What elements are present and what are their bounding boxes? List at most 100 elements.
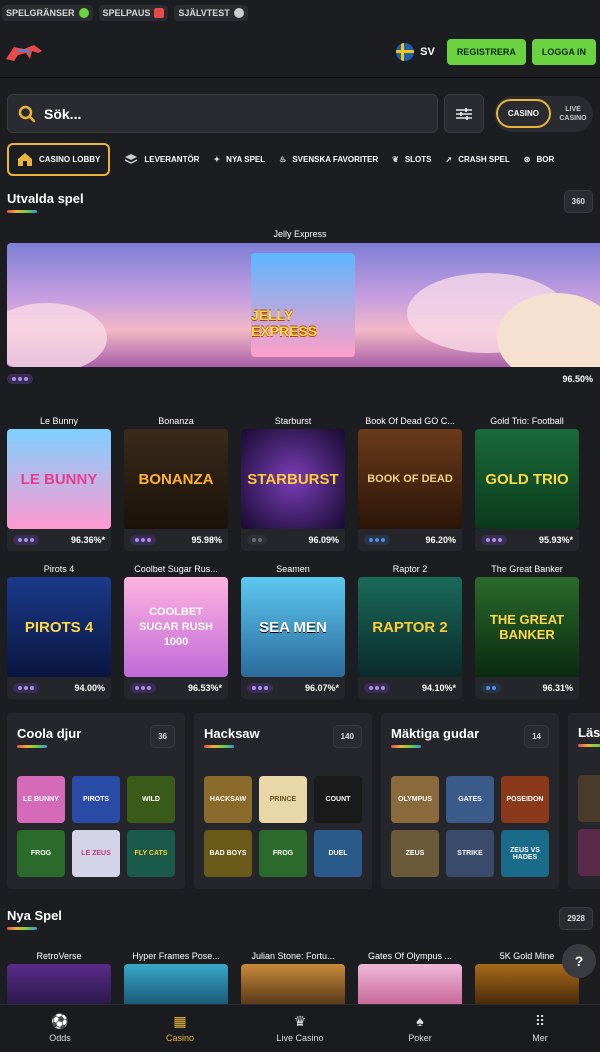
casino-tab[interactable]: CASINO [495, 99, 551, 128]
filter-button[interactable] [444, 94, 484, 133]
collection-tile[interactable] [578, 829, 600, 876]
sjalvtest-link[interactable]: SJÄLVTEST [174, 5, 248, 21]
search-placeholder: Sök... [44, 105, 82, 122]
collection-tile[interactable]: HACKSAW [204, 776, 252, 823]
games-row-2: Pirots 4 PIROTS 4 94.00% Coolbet Sugar Rus… [0, 561, 600, 699]
login-button[interactable]: LOGGA IN [531, 38, 596, 65]
collection-tile[interactable] [578, 775, 600, 822]
tab-bord[interactable]: ⊛ BOR [524, 155, 554, 164]
tab-label: CASINO LOBBY [39, 155, 101, 164]
new-games-row: RetroVerse Hyper Frames Pose... Julian S… [0, 930, 600, 1004]
game-card[interactable]: Hyper Frames Pose... [124, 948, 228, 1004]
search-input[interactable]: Sök... [7, 94, 438, 133]
collection-tile[interactable]: DUEL [314, 830, 362, 877]
section-title: Utvalda spel [7, 190, 84, 206]
game-count-button[interactable]: 360 [563, 190, 593, 213]
help-chat-button[interactable]: ? [562, 944, 596, 978]
test-icon [233, 8, 244, 18]
game-thumbnail [475, 964, 579, 1004]
collection-card[interactable]: Coola djur 36 LE BUNNY PIROTS WILD FROG L… [7, 713, 185, 889]
nav-casino[interactable]: ▦ Casino [120, 1005, 240, 1052]
game-thumbnail [358, 964, 462, 1004]
game-card[interactable]: Raptor 2 RAPTOR 2 94.10%* [358, 561, 462, 699]
game-card[interactable]: Pirots 4 PIROTS 4 94.00% [7, 561, 111, 699]
dealer-icon: ♛ [293, 1013, 307, 1029]
rtp-value: 96.53%* [187, 683, 222, 693]
tab-leverantor[interactable]: LEVERANTÖR [124, 153, 199, 166]
collection-card[interactable]: Hacksaw 140 HACKSAW PRINCE COUNT BAD BOYS… [194, 713, 372, 889]
game-card[interactable]: Starburst STARBURST 96.09% [241, 413, 345, 551]
hero-game-art: JELLY EXPRESS [251, 253, 355, 357]
game-thumbnail: COOLBET SUGAR RUSH 1000 [124, 577, 228, 677]
sweden-flag-icon[interactable] [396, 42, 415, 61]
collection-tile[interactable]: BAD BOYS [204, 830, 252, 877]
collection-tile[interactable]: COUNT [314, 776, 362, 823]
nav-odds[interactable]: ⚽ Odds [0, 1005, 120, 1052]
spelpaus-link[interactable]: SPELPAUS [98, 5, 169, 21]
game-thumbnail: BOOK OF DEAD [358, 429, 462, 529]
game-count-button[interactable]: 2928 [559, 907, 593, 930]
game-name: Bonanza [158, 416, 194, 426]
collection-card[interactable]: Läsig [568, 713, 600, 889]
game-card[interactable]: Gold Trio: Football GOLD TRIO 95.93%* [475, 413, 579, 551]
language-selector[interactable]: SV [420, 46, 435, 58]
spelpaus-label: SPELPAUS [102, 8, 151, 18]
collection-count[interactable]: 14 [524, 725, 549, 748]
collection-tile[interactable]: FLY CATS [127, 830, 175, 877]
game-card[interactable]: Coolbet Sugar Rus... COOLBET SUGAR RUSH 1… [124, 561, 228, 699]
collection-tile[interactable]: WILD [127, 776, 175, 823]
register-button[interactable]: REGISTRERA [446, 38, 526, 65]
coolbet-logo[interactable] [4, 41, 44, 63]
rtp-value: 94.10%* [421, 683, 456, 693]
nav-more[interactable]: ⠿ Mer [480, 1005, 600, 1052]
hero-game-name: Jelly Express [273, 229, 327, 239]
collection-card[interactable]: Mäktiga gudar 14 OLYMPUS GATES POSEIDON Z… [381, 713, 559, 889]
collection-count[interactable]: 36 [150, 725, 175, 748]
game-card[interactable]: Bonanza BONANZA 95.98% [124, 413, 228, 551]
tab-casino-lobby[interactable]: CASINO LOBBY [7, 143, 111, 176]
spelgranser-link[interactable]: SPELGRÄNSER [2, 5, 93, 21]
game-name: The Great Banker [491, 564, 563, 574]
collection-tile[interactable]: ZEUS VS HADES [501, 830, 549, 877]
game-card[interactable]: Book Of Dead GO C... BOOK OF DEAD 96.20% [358, 413, 462, 551]
collection-tile[interactable]: OLYMPUS [391, 776, 439, 823]
title-underline [7, 209, 37, 213]
collection-count[interactable]: 140 [332, 725, 362, 748]
volatility-indicator [130, 535, 156, 545]
rtp-value: 96.09% [308, 535, 339, 545]
nav-label: Live Casino [276, 1033, 324, 1043]
collection-tile[interactable]: PRINCE [259, 776, 307, 823]
search-row: Sök... CASINO LIVE CASINO [0, 78, 600, 133]
tab-crash-spel[interactable]: ➚ CRASH SPEL [446, 155, 510, 164]
game-card[interactable]: Seamen SEA MEN 96.07%* [241, 561, 345, 699]
tab-svenska-favoriter[interactable]: ♨ SVENSKA FAVORITER [279, 155, 378, 164]
collection-tile[interactable]: STRIKE [446, 830, 494, 877]
game-name: Julian Stone: Fortu... [251, 951, 335, 961]
game-card[interactable]: Le Bunny LE BUNNY 96.36%* [7, 413, 111, 551]
collection-tile[interactable]: GATES [446, 776, 494, 823]
collection-tile[interactable]: LE ZEUS [72, 830, 120, 877]
collection-tile[interactable]: ZEUS [391, 830, 439, 877]
casino-live-switch[interactable]: CASINO LIVE CASINO [493, 95, 593, 132]
nav-live-casino[interactable]: ♛ Live Casino [240, 1005, 360, 1052]
tab-nya-spel[interactable]: ✦ NYA SPEL [213, 155, 265, 164]
collection-tile[interactable]: FROG [259, 830, 307, 877]
game-card[interactable]: Julian Stone: Fortu... [241, 948, 345, 1004]
hero-art-title: JELLY EXPRESS [251, 307, 318, 339]
game-card[interactable]: Gates Of Olympus ... [358, 948, 462, 1004]
slot-machine-icon: ▦ [173, 1013, 187, 1029]
nav-label: Odds [49, 1033, 71, 1043]
game-card[interactable]: RetroVerse [7, 948, 111, 1004]
hero-game-banner[interactable]: JELLY EXPRESS [7, 243, 600, 367]
game-card[interactable]: The Great Banker THE GREAT BANKER 96.31% [475, 561, 579, 699]
tab-label: SVENSKA FAVORITER [292, 155, 379, 164]
game-thumbnail: STARBURST [241, 429, 345, 529]
collection-tile[interactable]: LE BUNNY [17, 776, 65, 823]
game-thumbnail [241, 964, 345, 1004]
collection-tile[interactable]: PIROTS [72, 776, 120, 823]
collection-tile[interactable]: FROG [17, 830, 65, 877]
collection-tile[interactable]: POSEIDON [501, 776, 549, 823]
nav-poker[interactable]: ♠ Poker [360, 1005, 480, 1052]
live-casino-tab[interactable]: LIVE CASINO [555, 105, 591, 123]
tab-slots[interactable]: ❦ SLOTS [392, 155, 431, 164]
